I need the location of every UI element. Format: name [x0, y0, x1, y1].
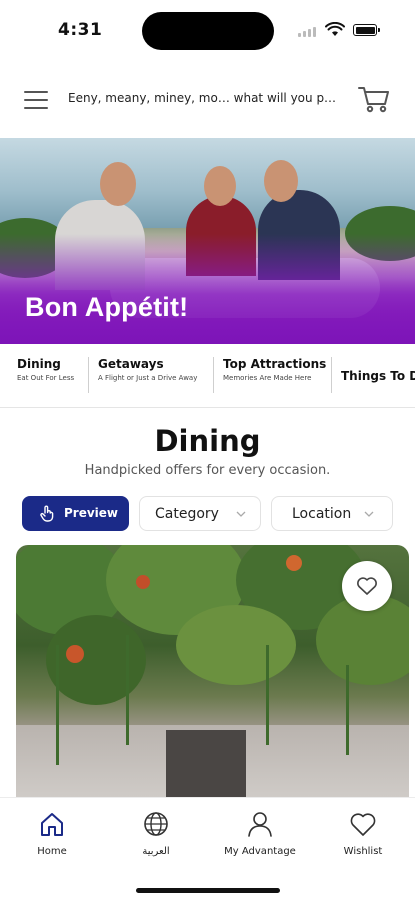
globe-icon — [144, 812, 168, 836]
tab-divider — [331, 357, 332, 393]
nav-label: My Advantage — [224, 846, 296, 857]
nav-label: Wishlist — [343, 846, 383, 857]
tab-getaways[interactable]: Getaways A Flight or Just a Drive Away — [98, 357, 197, 397]
heart-icon — [357, 577, 377, 595]
user-icon — [248, 812, 272, 837]
foliage — [176, 605, 296, 685]
category-dropdown-label: Category — [155, 506, 219, 522]
card-doorway — [166, 730, 246, 797]
category-tabs: Dining Eat Out For Less Getaways A Fligh… — [0, 345, 415, 408]
tab-dining[interactable]: Dining Eat Out For Less — [17, 357, 74, 397]
category-dropdown[interactable]: Category — [139, 496, 261, 531]
hero-gradient-overlay — [0, 234, 415, 344]
signal-icon — [298, 27, 318, 37]
nav-label: العربية — [142, 846, 170, 857]
nav-language[interactable]: العربية — [111, 810, 201, 857]
location-dropdown[interactable]: Location — [271, 496, 393, 531]
tab-divider — [213, 357, 214, 393]
section-title: Dining — [154, 424, 261, 458]
tab-things-to-do[interactable]: Things To D — [341, 369, 415, 407]
foliage — [46, 615, 146, 705]
tab-title: Top Attractions — [223, 357, 327, 371]
home-indicator[interactable] — [136, 888, 280, 893]
flower — [136, 575, 150, 589]
nav-my-advantage[interactable]: My Advantage — [215, 810, 305, 857]
hero-person-head — [100, 162, 136, 206]
section-subtitle: Handpicked offers for every occasion. — [84, 463, 331, 478]
status-bar: 4:31 — [0, 0, 415, 62]
vine — [56, 645, 59, 765]
home-icon — [41, 813, 63, 836]
heart-icon — [350, 813, 376, 836]
chevron-down-icon — [364, 511, 374, 517]
favorite-button[interactable] — [342, 561, 392, 611]
nav-label: Home — [37, 846, 67, 857]
flower — [286, 555, 302, 571]
location-dropdown-label: Location — [292, 506, 352, 522]
tab-title: Dining — [17, 357, 61, 371]
app-header: Eeny, meany, miney, mo… what will you p… — [0, 72, 415, 128]
tab-title: Getaways — [98, 357, 164, 371]
battery-icon — [353, 24, 380, 36]
hero-banner[interactable]: Bon Appétit! — [0, 138, 415, 344]
tab-title: Things To D — [341, 369, 415, 383]
tab-subtitle: A Flight or Just a Drive Away — [98, 374, 198, 382]
chevron-down-icon — [236, 511, 246, 517]
search-input[interactable]: Eeny, meany, miney, mo… what will you p… — [68, 91, 344, 105]
dynamic-island — [142, 12, 274, 50]
vine — [266, 645, 269, 745]
tab-subtitle: Memories Are Made Here — [223, 374, 312, 382]
vine — [346, 665, 349, 755]
bottom-navigation: Home العربية My Advantage Wishlist — [0, 797, 415, 901]
flower — [66, 645, 84, 663]
tab-top-attractions[interactable]: Top Attractions Memories Are Made Here — [223, 357, 326, 397]
tab-subtitle: Eat Out For Less — [17, 374, 75, 382]
nav-wishlist[interactable]: Wishlist — [318, 810, 408, 857]
hero-person-head — [204, 166, 236, 206]
tab-divider — [88, 357, 89, 393]
shopping-cart-icon[interactable] — [357, 84, 391, 114]
status-time: 4:31 — [58, 20, 103, 40]
hamburger-menu-icon[interactable] — [24, 90, 48, 110]
hand-pointer-icon — [40, 505, 54, 522]
preview-button-label: Preview — [64, 506, 119, 520]
preview-button[interactable]: Preview — [22, 496, 129, 531]
hero-title: Bon Appétit! — [25, 292, 189, 322]
nav-home[interactable]: Home — [7, 810, 97, 857]
wifi-icon — [325, 22, 345, 36]
hero-person-head — [264, 160, 298, 202]
vine — [126, 635, 129, 745]
